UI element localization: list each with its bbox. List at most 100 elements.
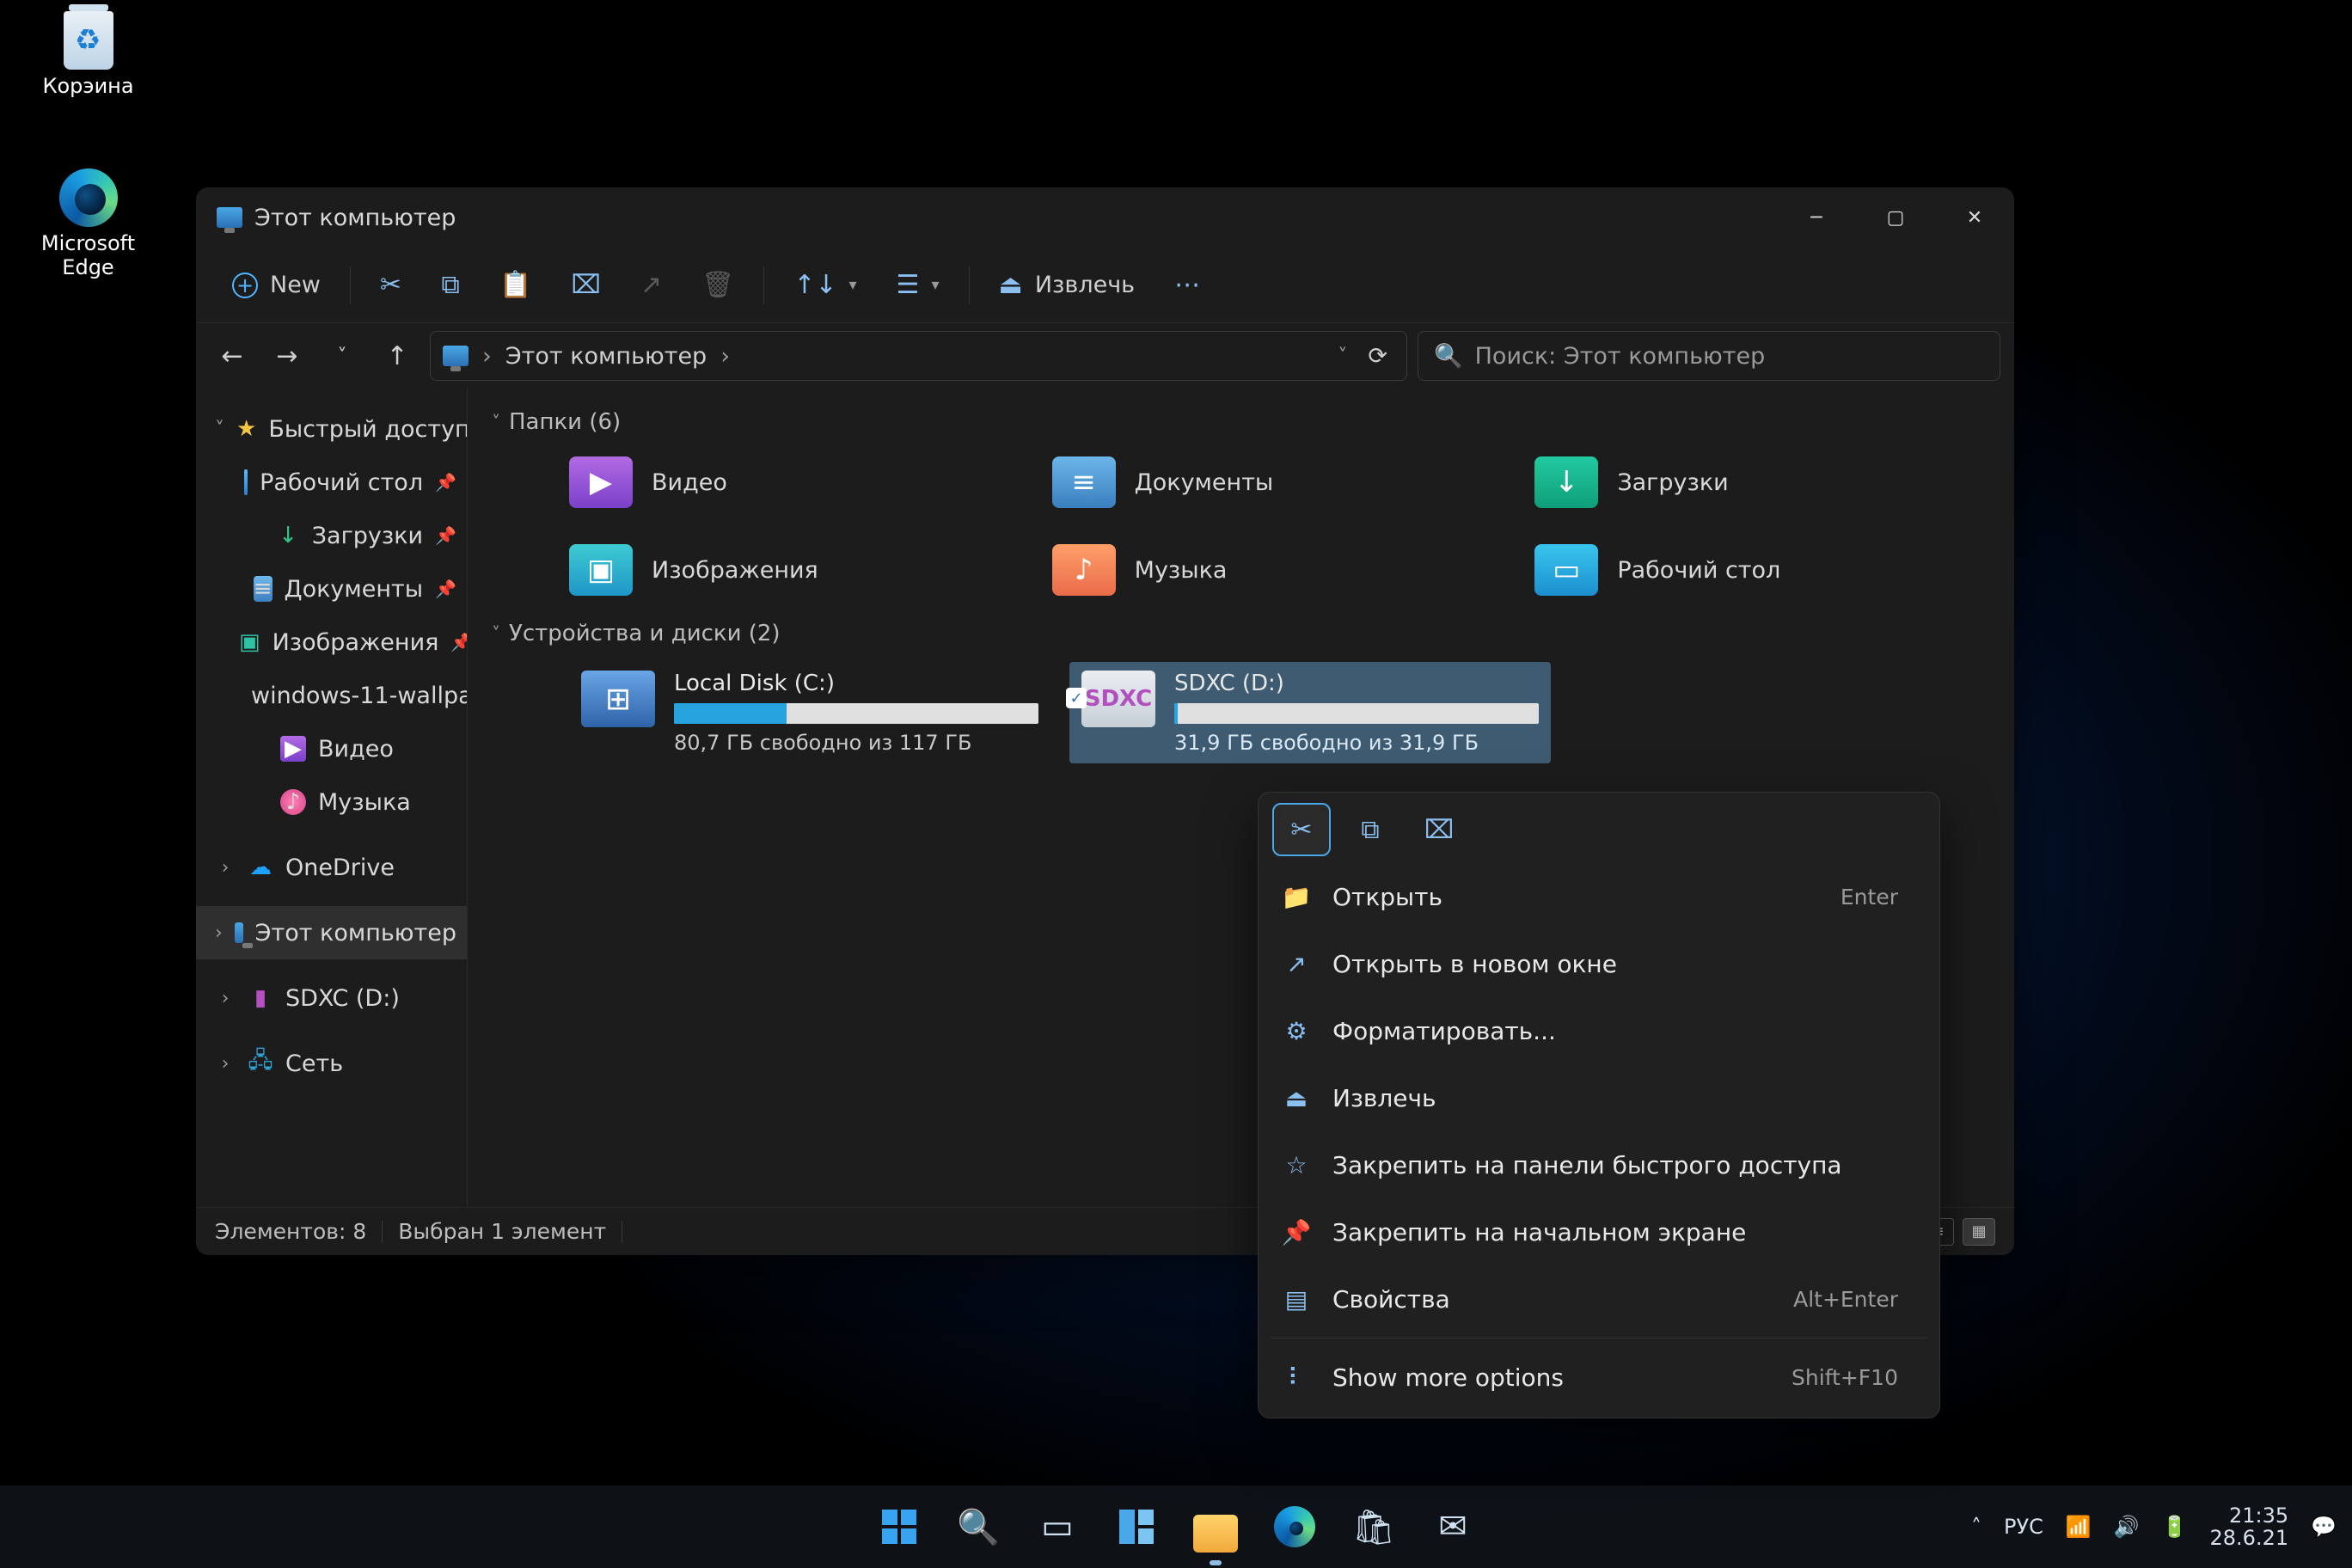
nav-back[interactable]: ← bbox=[210, 334, 254, 378]
ctx-pin-start[interactable]: 📌Закрепить на начальном экране bbox=[1259, 1198, 1939, 1265]
status-item-count: Элементов: 8 bbox=[215, 1219, 366, 1244]
drive-c[interactable]: ⊞ Local Disk (C:) 80,7 ГБ свободно из 11… bbox=[569, 662, 1050, 763]
folder-card-4[interactable]: ♪ Музыка bbox=[1052, 538, 1501, 602]
desktop-icon-recycle-bin[interactable]: ♻ Корэина bbox=[26, 10, 150, 98]
more-icon: ⠇ bbox=[1281, 1363, 1312, 1392]
tray-volume-icon[interactable]: 🔊 bbox=[2114, 1515, 2140, 1539]
tray-clock[interactable]: 21:35 28.6.21 bbox=[2210, 1504, 2289, 1550]
context-menu: ✂ ⧉ ⌧ 📁ОткрытьEnter ↗Открыть в новом окн… bbox=[1258, 792, 1940, 1418]
rename-button[interactable]: ⌧ bbox=[555, 260, 616, 310]
minimize-button[interactable]: ─ bbox=[1777, 187, 1856, 248]
sidebar-item-4[interactable]: windows-11-wallpa bbox=[196, 669, 467, 722]
star-icon: ★ bbox=[236, 416, 256, 442]
copy-button[interactable]: ⧉ bbox=[426, 260, 475, 310]
delete-button[interactable]: 🗑 bbox=[686, 260, 750, 310]
format-icon: ⚙ bbox=[1281, 1017, 1312, 1045]
folder-card-1[interactable]: ≡Документы bbox=[1052, 450, 1501, 514]
address-location: Этот компьютер bbox=[505, 343, 707, 370]
taskbar-search[interactable]: 🔍 bbox=[946, 1495, 1010, 1559]
search-placeholder: Поиск: Этот компьютер bbox=[1475, 343, 1766, 370]
tray-chevron-up-icon[interactable]: ˄ bbox=[1971, 1515, 1981, 1539]
rename-icon: ⌧ bbox=[1424, 815, 1455, 845]
ctx-copy[interactable]: ⧉ bbox=[1343, 805, 1398, 854]
ctx-show-more[interactable]: ⠇Show more optionsShift+F10 bbox=[1259, 1344, 1939, 1411]
view-button[interactable]: ☰▾ bbox=[881, 260, 955, 310]
taskbar-taskview[interactable]: ▭ bbox=[1026, 1495, 1089, 1559]
ctx-properties[interactable]: ▤СвойстваAlt+Enter bbox=[1259, 1265, 1939, 1332]
folder-label: Рабочий стол bbox=[1617, 557, 1780, 584]
sidebar-this-pc[interactable]: ›Этот компьютер bbox=[196, 906, 467, 959]
address-bar[interactable]: › Этот компьютер › ˅ ⟳ bbox=[430, 331, 1407, 381]
tray-wifi-icon[interactable]: 📶 bbox=[2066, 1515, 2092, 1539]
drive-d-icon: SDXC bbox=[1081, 671, 1155, 727]
folder-card-5[interactable]: ▭Рабочий стол bbox=[1534, 538, 1983, 602]
sidebar-item-label: Загрузки bbox=[312, 523, 423, 549]
share-button[interactable]: ↗ bbox=[625, 260, 677, 310]
sidebar-onedrive[interactable]: ›☁OneDrive bbox=[196, 841, 467, 894]
ctx-open-new-window[interactable]: ↗Открыть в новом окне bbox=[1259, 930, 1939, 997]
sidebar-network[interactable]: ›🖧Сеть bbox=[196, 1037, 467, 1090]
more-button[interactable]: ⋯ bbox=[1159, 260, 1216, 310]
drive-d-checkbox[interactable]: ✓ bbox=[1066, 688, 1087, 708]
sidebar-item-0[interactable]: Рабочий стол📌 bbox=[196, 456, 467, 509]
sidebar-item-6[interactable]: ♪Музыка bbox=[196, 775, 467, 829]
tray-language[interactable]: РУС bbox=[2004, 1515, 2043, 1539]
taskbar-start[interactable] bbox=[867, 1495, 931, 1559]
folder-icon: ♪ bbox=[1052, 544, 1116, 596]
desktop-icon-edge[interactable]: Microsoft Edge bbox=[26, 168, 150, 279]
sort-button[interactable]: ↑↓▾ bbox=[778, 260, 872, 310]
edge-icon bbox=[59, 168, 118, 227]
ctx-rename[interactable]: ⌧ bbox=[1412, 805, 1467, 854]
folder-card-3[interactable]: ▣Изображения bbox=[569, 538, 1018, 602]
view-tiles-button[interactable]: ▦ bbox=[1963, 1218, 1995, 1246]
taskbar-mail[interactable]: ✉ bbox=[1421, 1495, 1485, 1559]
sidebar-item-3[interactable]: ▣Изображения📌 bbox=[196, 616, 467, 669]
new-button[interactable]: + New bbox=[217, 260, 336, 310]
taskbar-store[interactable]: 🛍 bbox=[1342, 1495, 1406, 1559]
sidebar-item-icon: ▶ bbox=[280, 736, 306, 762]
paste-button[interactable]: 📋 bbox=[484, 260, 547, 310]
refresh-button[interactable]: ⟳ bbox=[1361, 343, 1394, 370]
tray-notifications-icon[interactable]: 💬 bbox=[2311, 1515, 2337, 1539]
sidebar-item-2[interactable]: ≡Документы📌 bbox=[196, 562, 467, 616]
drive-d[interactable]: ✓ SDXC SDXC (D:) 31,9 ГБ свободно из 31,… bbox=[1069, 662, 1551, 763]
sidebar-sdxc[interactable]: ›▮SDXC (D:) bbox=[196, 971, 467, 1025]
nav-forward[interactable]: → bbox=[265, 334, 309, 378]
sidebar-item-1[interactable]: ↓Загрузки📌 bbox=[196, 509, 467, 562]
sidebar-item-5[interactable]: ▶Видео bbox=[196, 722, 467, 775]
drive-d-usage-bar bbox=[1174, 703, 1539, 724]
nav-up[interactable]: ↑ bbox=[375, 334, 420, 378]
folder-icon: ▶ bbox=[569, 456, 633, 508]
close-button[interactable]: ✕ bbox=[1935, 187, 2014, 248]
view-icon: ☰ bbox=[897, 270, 920, 300]
taskbar-edge[interactable] bbox=[1263, 1495, 1326, 1559]
cut-button[interactable]: ✂ bbox=[364, 260, 417, 310]
titlebar[interactable]: Этот компьютер ─ ▢ ✕ bbox=[196, 187, 2014, 248]
ctx-cut[interactable]: ✂ bbox=[1274, 805, 1329, 854]
chevron-down-icon[interactable]: ˅ bbox=[1338, 346, 1347, 367]
ctx-format[interactable]: ⚙Форматировать... bbox=[1259, 997, 1939, 1064]
taskbar-file-explorer[interactable] bbox=[1184, 1495, 1247, 1559]
group-header-drives[interactable]: ˅Устройства и диски (2) bbox=[492, 621, 1983, 646]
ctx-pin-quick-access[interactable]: ☆Закрепить на панели быстрого доступа bbox=[1259, 1131, 1939, 1198]
search-input[interactable]: 🔍 Поиск: Этот компьютер bbox=[1418, 331, 2000, 381]
pin-icon: 📌 bbox=[1281, 1218, 1312, 1246]
sidebar-item-label: Музыка bbox=[318, 789, 411, 816]
eject-label: Извлечь bbox=[1035, 272, 1135, 298]
tray-date: 28.6.21 bbox=[2210, 1527, 2289, 1549]
sidebar-quick-access[interactable]: ˅★ Быстрый доступ bbox=[196, 402, 467, 456]
tray-battery-icon[interactable]: 🔋 bbox=[2162, 1515, 2188, 1539]
eject-button[interactable]: ⏏Извлечь bbox=[983, 260, 1151, 310]
this-pc-icon bbox=[235, 922, 243, 943]
maximize-button[interactable]: ▢ bbox=[1856, 187, 1935, 248]
taskbar-widgets[interactable] bbox=[1105, 1495, 1168, 1559]
folder-label: Музыка bbox=[1135, 557, 1228, 584]
ctx-open[interactable]: 📁ОткрытьEnter bbox=[1259, 863, 1939, 930]
folder-icon: ≡ bbox=[1052, 456, 1116, 508]
group-header-folders[interactable]: ˅Папки (6) bbox=[492, 409, 1983, 435]
this-pc-icon bbox=[217, 207, 242, 228]
folder-card-0[interactable]: ▶Видео bbox=[569, 450, 1018, 514]
folder-card-2[interactable]: ↓Загрузки bbox=[1534, 450, 1983, 514]
ctx-eject[interactable]: ⏏Извлечь bbox=[1259, 1064, 1939, 1131]
nav-recent[interactable]: ˅ bbox=[320, 334, 364, 378]
